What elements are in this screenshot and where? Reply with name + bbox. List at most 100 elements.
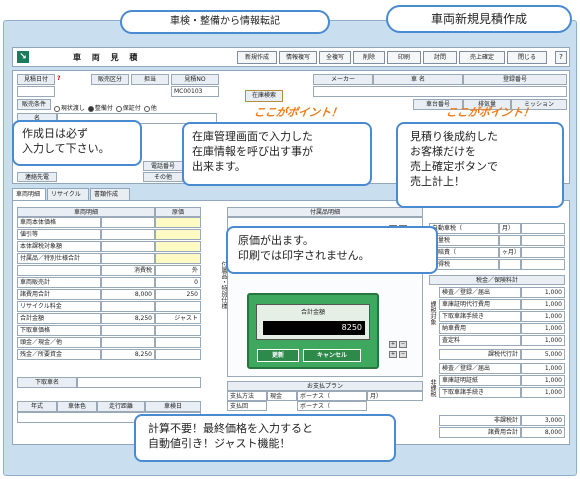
fee-value[interactable]: 1,000: [521, 335, 565, 346]
row-cost[interactable]: [155, 217, 201, 228]
row-value[interactable]: 消費税: [101, 265, 155, 276]
row-cost[interactable]: 外: [155, 265, 201, 276]
tax-row-value[interactable]: [521, 223, 565, 234]
nontax-total-value: 3,000: [521, 415, 565, 426]
stock-search-button[interactable]: 在庫検索: [245, 90, 283, 102]
nontax-label: 下取車諸手続き: [439, 387, 521, 398]
row-label: リサイクル料金: [17, 301, 101, 312]
contact-label: 連絡先電: [17, 172, 57, 182]
radio-other[interactable]: [143, 105, 150, 112]
copy-info-button[interactable]: 情報複写: [279, 51, 317, 64]
acc-add-icon-4[interactable]: +: [389, 351, 397, 358]
row-value[interactable]: [101, 253, 155, 264]
row-cost[interactable]: [155, 325, 201, 336]
other-label: その他: [143, 172, 183, 182]
row-cost[interactable]: [155, 349, 201, 360]
trade-inspection-header: 車検日: [145, 401, 201, 412]
new-button[interactable]: 新規作成: [237, 51, 277, 64]
date-field[interactable]: [17, 86, 55, 97]
acc-add-icon-3[interactable]: +: [389, 341, 397, 348]
callout-stock-note: 在庫管理画面で入力した 在庫情報を呼び出す事が 出来ます。: [182, 122, 372, 186]
fee-label: 査定料: [439, 335, 521, 346]
nontax-value[interactable]: 1,000: [521, 387, 565, 398]
acc-del-icon-3[interactable]: −: [399, 341, 407, 348]
row-value[interactable]: [101, 301, 155, 312]
row-cost[interactable]: [155, 241, 201, 252]
delete-button[interactable]: 削除: [353, 51, 385, 64]
nontax-total-label: 非課税計: [439, 415, 521, 426]
vehicle-field[interactable]: [313, 86, 567, 97]
fee-label: 納車費用: [439, 323, 521, 334]
nontax-label: 車庫証明証紙: [439, 375, 521, 386]
row-label: 残金／所要資金: [17, 349, 101, 360]
trade-in-field[interactable]: [77, 377, 201, 388]
fee-value[interactable]: 1,000: [521, 311, 565, 322]
pay-cash-label: 現金: [267, 391, 297, 401]
inquiry-button[interactable]: 討問: [423, 51, 457, 64]
acc-del-icon-4[interactable]: −: [399, 351, 407, 358]
row-cost[interactable]: 0: [155, 277, 201, 288]
row-cost[interactable]: 250: [155, 289, 201, 300]
copy-all-button[interactable]: 全複写: [319, 51, 351, 64]
tax-row-value[interactable]: [521, 235, 565, 246]
close-button[interactable]: 閉じる: [507, 51, 547, 64]
row-value[interactable]: [101, 229, 155, 240]
row-value[interactable]: [101, 241, 155, 252]
cancel-button[interactable]: キャンセル: [303, 349, 361, 362]
radio-warranty[interactable]: [115, 105, 122, 112]
row-label: 下取車価格: [17, 325, 101, 336]
row-cost[interactable]: [155, 301, 201, 312]
tax-row-value[interactable]: [521, 259, 565, 270]
tax-row-value[interactable]: [521, 247, 565, 258]
tax-total-label: 税金／保険料計: [429, 275, 565, 285]
print-button[interactable]: 印刷: [387, 51, 421, 64]
row-value[interactable]: [101, 277, 155, 288]
callout-confirm-note: 見積り後成約した お客様だけを 売上確定ボタンで 売上計上！: [396, 122, 564, 208]
update-button[interactable]: 更新: [257, 349, 299, 362]
help-button[interactable]: ?: [555, 51, 567, 64]
row-value[interactable]: 8,250: [101, 349, 155, 360]
pay-count-label: 支払回: [227, 401, 267, 411]
row-cost[interactable]: [155, 337, 201, 348]
trade-year-header: 年式: [17, 401, 57, 412]
row-value[interactable]: 8,250: [101, 313, 155, 324]
fee-value[interactable]: 1,000: [521, 299, 565, 310]
row-label: 値引等: [17, 229, 101, 240]
tax-row-label: 重量税: [429, 235, 499, 246]
row-value[interactable]: [101, 217, 155, 228]
row-cost[interactable]: ジャスト: [155, 313, 201, 324]
bonus1-label: ボーナス（: [297, 391, 367, 401]
radio-as-is[interactable]: [53, 105, 60, 112]
row-cost[interactable]: [155, 229, 201, 240]
accessories-header: 付属品明細: [227, 207, 423, 217]
row-label: 諸費用合計: [17, 289, 101, 300]
total-amount-input[interactable]: 8250: [263, 321, 365, 335]
fee-value[interactable]: 1,000: [521, 287, 565, 298]
fee-value[interactable]: 1,000: [521, 323, 565, 334]
row-label: 付属品／特別仕様合計: [17, 253, 101, 264]
tax-row-label: 取得税: [429, 259, 499, 270]
nontax-value[interactable]: 1,000: [521, 363, 565, 374]
fee-label: 検査／登録／届出: [439, 287, 521, 298]
radio-serviced[interactable]: [87, 105, 94, 112]
trade-in-label: 下取車名: [17, 377, 77, 388]
grand-total-label: 諸費用合計: [439, 427, 521, 438]
row-value[interactable]: [101, 325, 155, 336]
confirm-sale-button[interactable]: 売上確定: [459, 51, 505, 64]
fee-label: 車庫証明代行費用: [439, 299, 521, 310]
dialog-title: 合計金額: [300, 309, 325, 316]
nontax-value[interactable]: 1,000: [521, 375, 565, 386]
bonus1-month: 月）: [367, 391, 423, 401]
row-cost[interactable]: [155, 253, 201, 264]
row-label: [17, 265, 101, 276]
tax-row-suffix: [499, 259, 521, 270]
trade-mileage-header: 走行距離: [97, 401, 145, 412]
row-label: 車両本体価格: [17, 217, 101, 228]
row-value[interactable]: [101, 337, 155, 348]
nontax-label: 検査／登録／届出: [439, 363, 521, 374]
tax-row-suffix: 月）: [499, 223, 521, 234]
window-title: 車 両 見 積: [73, 53, 142, 62]
row-value[interactable]: 8,000: [101, 289, 155, 300]
app-logo-icon: ↘: [17, 51, 29, 63]
date-label: 見積日付: [17, 74, 55, 85]
